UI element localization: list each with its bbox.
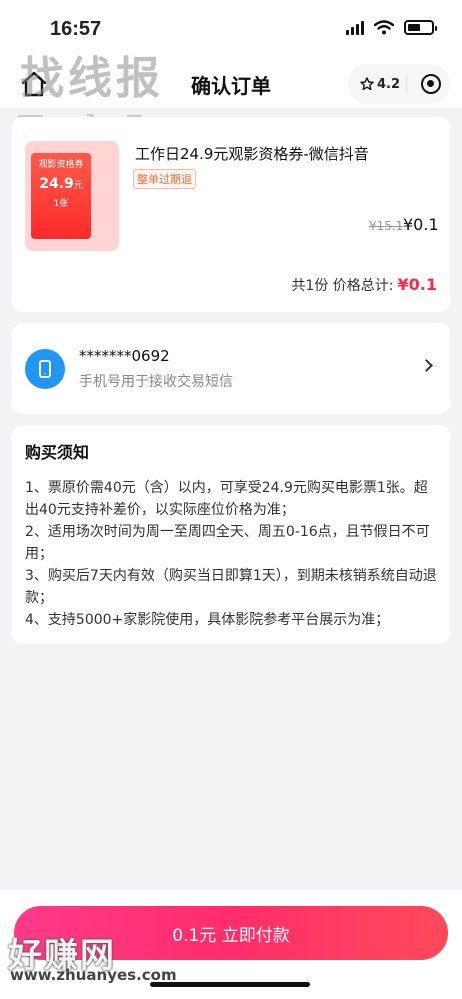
original-price: ¥15.1 — [369, 219, 404, 233]
total-line: 共1份 价格总计: ¥0.1 — [291, 275, 437, 295]
total-amount: ¥0.1 — [397, 275, 437, 294]
pay-button-label: 0.1元 立即付款 — [172, 925, 290, 946]
status-time: 16:57 — [50, 18, 102, 40]
ticket-head: 观影资格券 — [38, 160, 84, 170]
product-title: 工作日24.9元观影资格券-微信抖音 — [135, 145, 369, 163]
notice-item: 1、票原价需40元（含）以内，可享受24.9元购买电影票1张。超出40元支持补差… — [25, 480, 428, 518]
status-icons — [346, 20, 437, 35]
capsule-divider — [406, 75, 407, 93]
phone-icon — [25, 349, 65, 389]
notice-title: 购买须知 — [25, 443, 90, 462]
ticket-image: 观影资格券 24.9元 1张 — [31, 153, 91, 239]
star-icon — [360, 77, 374, 91]
notice-item: 3、购买后7天内有效（购买当日即算1天），到期未核销系统自动退款； — [25, 568, 437, 606]
battery-icon — [404, 20, 437, 35]
ticket-count: 1张 — [53, 199, 69, 209]
phone-number: *******0692 — [79, 347, 170, 365]
watermark-top: 找线报 — [20, 53, 164, 104]
phone-card[interactable]: *******0692 手机号用于接收交易短信 — [11, 323, 451, 414]
mini-program-capsule: 4.2 — [348, 64, 450, 104]
ticket-price-value: 24.9 — [39, 176, 74, 192]
ticket-price: 24.9元 — [31, 176, 91, 192]
refund-tag: 整单过期退 — [133, 169, 196, 189]
phone-hint: 手机号用于接收交易短信 — [79, 374, 233, 390]
home-indicator — [150, 982, 310, 987]
wifi-icon — [374, 20, 394, 35]
rating-value: 4.2 — [377, 76, 401, 92]
notice-item: 2、适用场次时间为周一至周四全天、周五0-16点，且节假日不可用； — [25, 524, 430, 562]
product-thumbnail: 观影资格券 24.9元 1张 — [25, 141, 119, 251]
chevron-right-icon — [420, 359, 433, 372]
product-price: ¥0.1 — [403, 215, 439, 234]
product-card: 观影资格券 24.9元 1张 工作日24.9元观影资格券-微信抖音 整单过期退 … — [11, 117, 451, 312]
rating-button[interactable]: 4.2 — [348, 77, 406, 92]
purchase-notice-card: 购买须知 1、票原价需40元（含）以内，可享受24.9元购买电影票1张。超出40… — [11, 425, 451, 644]
record-icon[interactable] — [421, 74, 441, 94]
ticket-price-unit: 元 — [73, 181, 83, 191]
signal-icon — [346, 20, 364, 35]
notice-item: 4、支持5000+家影院使用，具体影院参考平台展示为准； — [25, 612, 390, 628]
total-label: 共1份 价格总计: — [291, 278, 394, 294]
